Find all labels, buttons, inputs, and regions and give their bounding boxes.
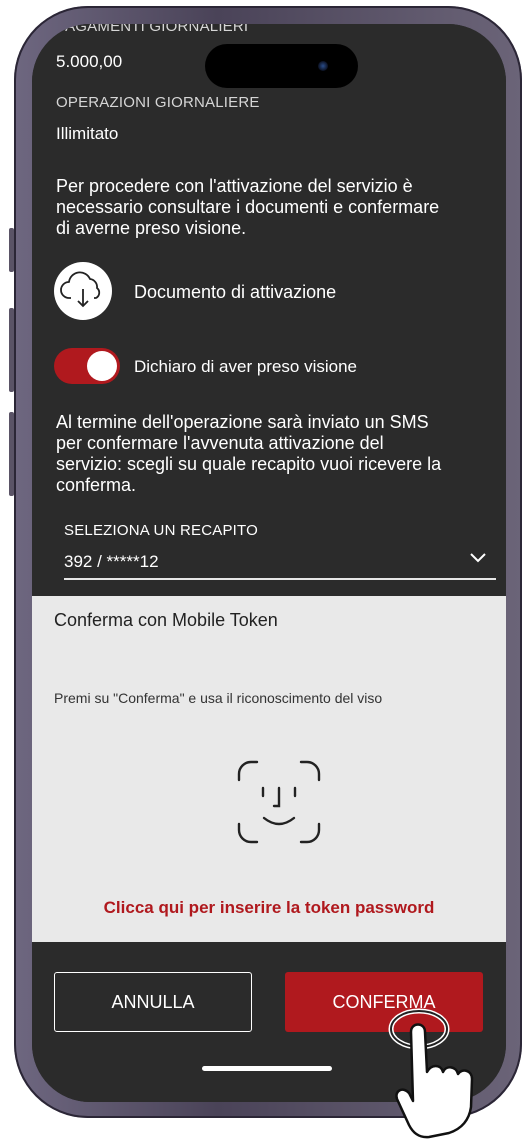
- hand-pointer-icon: [381, 1007, 501, 1140]
- token-instruction: Premi su "Conferma" e usa il riconoscime…: [54, 690, 383, 706]
- sms-info: Al termine dell'operazione sarà inviato …: [56, 412, 442, 495]
- select-underline: [64, 578, 496, 580]
- operations-label: OPERAZIONI GIORNALIERE: [56, 94, 260, 111]
- activation-document-link[interactable]: Documento di attivazione: [134, 282, 336, 303]
- home-indicator: [202, 1066, 332, 1071]
- activation-intro: Per procedere con l'attivazione del serv…: [56, 176, 440, 238]
- phone-screen: PAGAMENTI GIORNALIERI 5.000,00 OPERAZION…: [32, 24, 506, 1102]
- payments-value: 5.000,00: [56, 52, 123, 71]
- dynamic-island: [205, 44, 358, 88]
- activation-section: PAGAMENTI GIORNALIERI 5.000,00 OPERAZION…: [32, 24, 506, 596]
- side-button: [9, 412, 14, 496]
- token-title: Conferma con Mobile Token: [54, 610, 278, 630]
- side-button: [9, 228, 14, 272]
- mobile-token-panel: Conferma con Mobile Token Premi su "Conf…: [32, 596, 506, 942]
- cancel-button[interactable]: ANNULLA: [54, 972, 252, 1032]
- contact-select-value[interactable]: 392 / *****12: [64, 552, 159, 572]
- consent-toggle[interactable]: [54, 348, 120, 384]
- side-button: [9, 308, 14, 392]
- payments-label: PAGAMENTI GIORNALIERI: [56, 24, 249, 35]
- operations-value: Illimitato: [56, 124, 119, 143]
- consent-label: Dichiaro di aver preso visione: [134, 357, 357, 376]
- contact-select-label: SELEZIONA UN RECAPITO: [64, 522, 258, 539]
- chevron-down-icon[interactable]: [468, 550, 488, 569]
- face-id-icon[interactable]: [233, 756, 325, 853]
- cloud-download-icon[interactable]: [54, 262, 112, 320]
- token-password-link[interactable]: Clicca qui per inserire la token passwor…: [32, 898, 506, 918]
